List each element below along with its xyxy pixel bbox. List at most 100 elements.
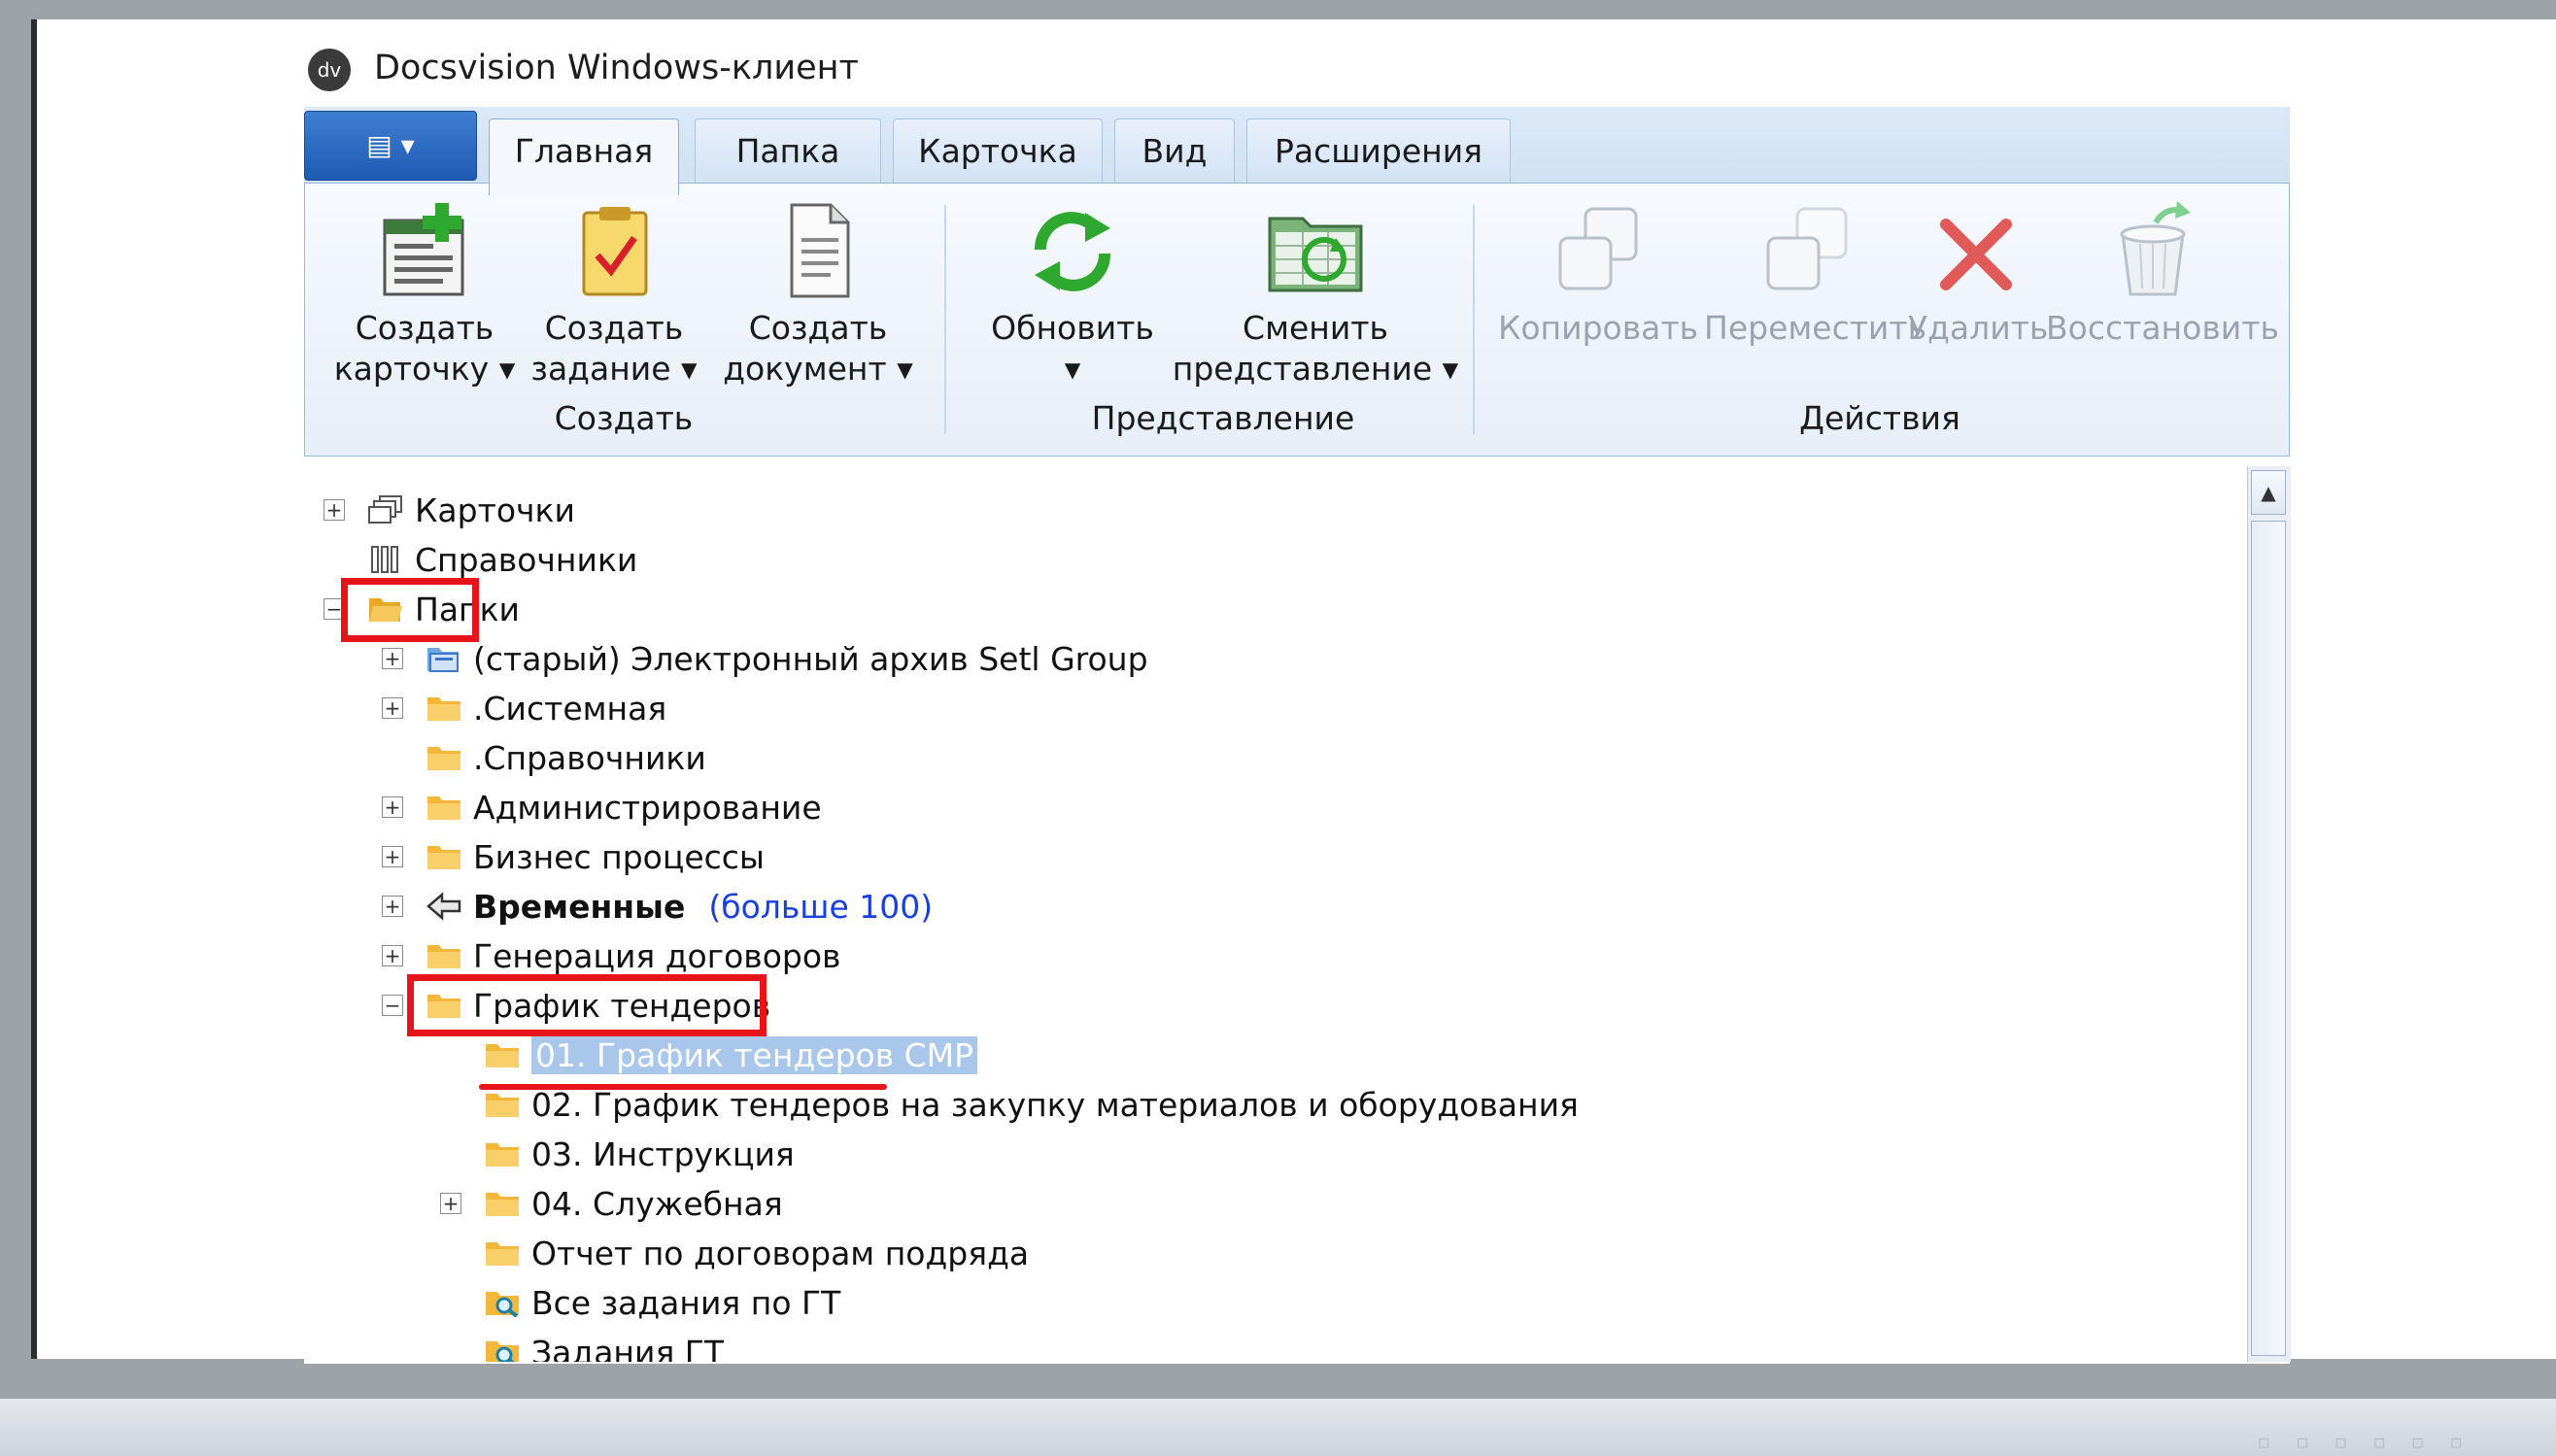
expand-toggle[interactable]: +	[440, 1193, 461, 1214]
tree-item-label: Временные	[473, 887, 686, 926]
window-title: Docsvision Windows-клиент	[374, 49, 859, 87]
taskbar	[0, 1399, 2556, 1456]
scrollbar-thumb[interactable]	[2251, 521, 2286, 1356]
expand-toggle[interactable]: +	[382, 846, 403, 867]
restore-button[interactable]: Восстановить	[2046, 199, 2279, 349]
create-card-button[interactable]: Создать карточку ▾	[332, 199, 517, 389]
move-button[interactable]: Переместить	[1704, 199, 1927, 349]
copy-button[interactable]: Копировать	[1496, 199, 1700, 349]
change-view-label: Сменить	[1243, 309, 1388, 347]
folder-icon	[427, 945, 460, 968]
tree-item-system[interactable]: .Системная	[426, 684, 666, 732]
highlight-box-folders	[341, 578, 479, 642]
copy-label: Копировать	[1497, 309, 1699, 347]
create-card-icon	[383, 203, 464, 296]
folder-icon	[486, 1193, 519, 1216]
tree-item-label: Генерация договоров	[473, 936, 841, 975]
refresh-label: Обновить	[991, 309, 1154, 347]
scroll-up-arrow-icon[interactable]: ▲	[2251, 470, 2286, 515]
tree-item-label: 01. График тендеров СМР	[531, 1035, 978, 1074]
tree-item-dictionaries-folder[interactable]: .Справочники	[426, 733, 706, 782]
item-count-badge: (больше 100)	[708, 887, 934, 926]
ribbon-separator-2	[1473, 205, 1475, 434]
tree-item-temporary[interactable]: Временные (больше 100)	[426, 882, 933, 931]
vertical-scrollbar[interactable]: ▲	[2247, 466, 2291, 1362]
folder-icon	[486, 1242, 519, 1266]
tree-item-label: Справочники	[415, 540, 638, 579]
highlight-box-tender-schedule	[407, 974, 767, 1036]
temp-folder-icon	[426, 892, 461, 921]
tab-card[interactable]: Карточка	[893, 119, 1103, 184]
create-task-label: Создать	[544, 309, 684, 347]
change-view-button[interactable]: Сменить представление ▾	[1170, 199, 1461, 389]
title-bar: dv Docsvision Windows-клиент	[304, 43, 2290, 101]
expand-toggle[interactable]: +	[324, 499, 345, 521]
cards-icon	[368, 495, 402, 524]
change-view-icon	[1268, 217, 1363, 292]
collapse-toggle[interactable]: −	[382, 995, 403, 1016]
folder-icon	[427, 846, 460, 869]
tree-item-business-processes[interactable]: Бизнес процессы	[426, 832, 765, 881]
tree-item-contract-report[interactable]: Отчет по договорам подряда	[485, 1229, 1029, 1277]
delete-label: Удалить	[1908, 309, 2049, 347]
expand-toggle[interactable]: +	[382, 896, 403, 917]
tree-item-old-archive[interactable]: (старый) Электронный архив Setl Group	[426, 634, 1148, 683]
tree-item-label: Отчет по договорам подряда	[531, 1234, 1030, 1272]
tree-item-administration[interactable]: Администрирование	[426, 783, 822, 831]
tree-item-label: (старый) Электронный архив Setl Group	[473, 639, 1148, 678]
tray-icons: ▫▫▫▫▫▫	[2257, 1430, 2488, 1453]
create-task-button[interactable]: Создать задание ▾	[527, 199, 701, 389]
tree-item-label: .Справочники	[473, 738, 706, 777]
refresh-button[interactable]: Обновить ▾	[975, 199, 1170, 389]
tree-item-label: Бизнес процессы	[473, 837, 765, 876]
search-folder-icon	[486, 1341, 519, 1362]
highlight-underline-tender-smr	[479, 1084, 887, 1090]
tree-item-label: Все задания по ГТ	[531, 1283, 841, 1322]
tree-item-instruction[interactable]: 03. Инструкция	[485, 1130, 795, 1178]
create-card-label-2: карточку ▾	[333, 350, 516, 388]
expand-toggle[interactable]: +	[382, 697, 403, 719]
folder-icon	[427, 697, 460, 721]
ribbon-panel: Создать карточку ▾ Создать задание ▾ Соз…	[304, 183, 2290, 457]
tree-item-all-tasks-gt[interactable]: Все задания по ГТ	[485, 1278, 840, 1327]
refresh-dropdown-arrow: ▾	[1064, 350, 1081, 388]
create-document-button[interactable]: Создать документ ▾	[721, 199, 915, 389]
create-task-icon	[582, 207, 648, 296]
tab-folder[interactable]: Папка	[695, 119, 881, 184]
create-card-label: Создать	[355, 309, 494, 347]
group-actions-label: Действия	[1799, 399, 1960, 437]
tree-item-cards[interactable]: Карточки	[368, 486, 575, 534]
move-icon	[1766, 207, 1848, 290]
tree-item-dictionaries[interactable]: Справочники	[368, 535, 637, 584]
tab-main[interactable]: Главная	[489, 119, 679, 195]
archive-icon	[427, 648, 459, 672]
expand-toggle[interactable]: +	[382, 648, 403, 669]
delete-icon	[1940, 219, 2012, 290]
expand-toggle[interactable]: +	[382, 945, 403, 966]
tree-item-tasks-gt[interactable]: Задания ГТ	[485, 1328, 724, 1362]
tree-item-contract-generation[interactable]: Генерация договоров	[426, 931, 841, 980]
copy-icon	[1558, 207, 1638, 290]
restore-label: Восстановить	[2046, 309, 2279, 347]
tree-item-service[interactable]: 04. Служебная	[485, 1179, 783, 1228]
folder-icon	[486, 1143, 519, 1167]
folder-icon	[486, 1044, 519, 1067]
create-document-label: Создать	[748, 309, 888, 347]
expand-toggle[interactable]: +	[382, 796, 403, 818]
tree-item-label: .Системная	[473, 689, 667, 728]
tab-extensions[interactable]: Расширения	[1246, 119, 1511, 184]
folder-tree: Карточки + Справочники Папки − (старый) …	[304, 466, 2247, 1362]
tree-item-label: Карточки	[415, 491, 575, 529]
create-document-label-2: документ ▾	[723, 350, 913, 388]
dictionaries-icon	[371, 546, 398, 573]
group-create-label: Создать	[554, 399, 694, 437]
ribbon-separator	[944, 205, 946, 434]
tab-view[interactable]: Вид	[1114, 119, 1235, 184]
tree-item-label: 03. Инструкция	[531, 1134, 795, 1173]
move-label: Переместить	[1704, 309, 1927, 347]
folder-icon	[427, 747, 460, 770]
tree-item-tender-smr[interactable]: 01. График тендеров СМР	[485, 1031, 978, 1079]
app-menu-button[interactable]: ▤ ▾	[304, 111, 477, 181]
delete-button[interactable]: Удалить	[1908, 199, 2049, 349]
folder-icon	[427, 796, 460, 820]
